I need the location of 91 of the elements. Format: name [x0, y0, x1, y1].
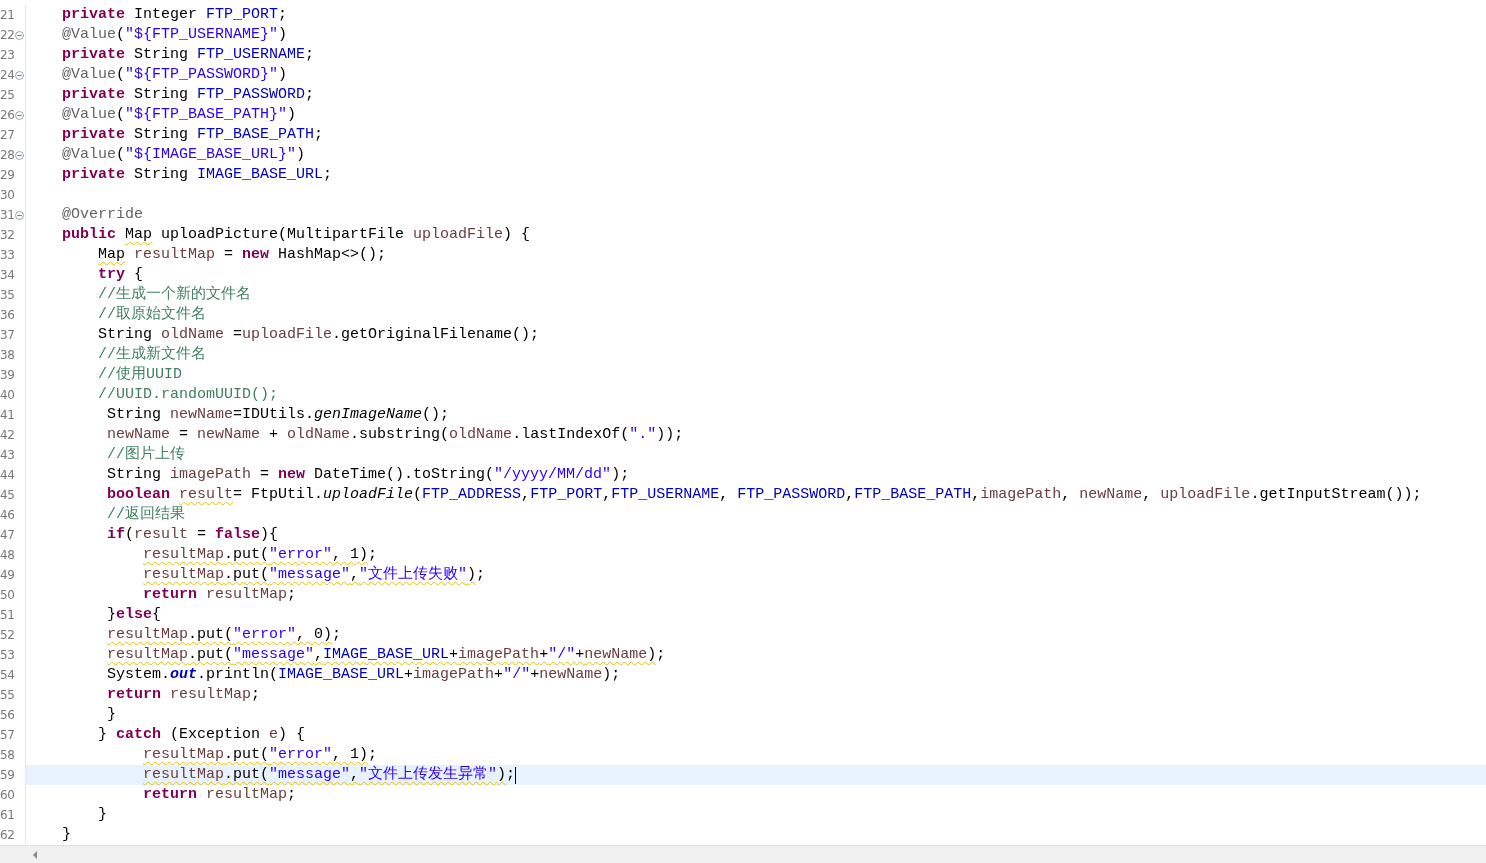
- code-line: return resultMap;: [143, 785, 297, 805]
- code-line: }: [98, 805, 107, 825]
- collapse-icon[interactable]: [14, 210, 24, 220]
- code-line: //使用UUID: [98, 365, 182, 385]
- line-number: 50: [0, 588, 14, 602]
- code-line: //生成一个新的文件名: [98, 285, 251, 305]
- code-line: //图片上传: [107, 445, 185, 465]
- code-line: boolean result= FtpUtil.uploadFile(FTP_ADDRESS,FTP_PORT,FTP_USERNAME, FTP_PASSWORD,FTP_BASE_PATH,imagePath, newName, uploadFile.getInputStream());: [107, 485, 1422, 505]
- code-line: //取原始文件名: [98, 305, 206, 325]
- line-number: 57: [0, 728, 14, 742]
- collapse-icon[interactable]: [14, 70, 24, 80]
- line-number: 41: [0, 408, 14, 422]
- line-number: 62: [0, 828, 14, 842]
- horizontal-scrollbar[interactable]: [0, 845, 1486, 863]
- line-number: 22: [0, 28, 14, 42]
- code-line: String oldName =uploadFile.getOriginalFilename();: [98, 325, 540, 345]
- collapse-icon[interactable]: [14, 110, 24, 120]
- line-number: 24: [0, 68, 14, 82]
- code-line: } catch (Exception e) {: [98, 725, 306, 745]
- scroll-left-icon[interactable]: [32, 851, 38, 859]
- line-number: 38: [0, 348, 14, 362]
- code-line: resultMap.put("message","文件上传发生异常");: [143, 765, 516, 785]
- line-number: 25: [0, 88, 14, 102]
- code-line: private String FTP_PASSWORD;: [62, 85, 315, 105]
- line-number: 35: [0, 288, 14, 302]
- code-line: resultMap.put("message",IMAGE_BASE_URL+imagePath+"/"+newName);: [107, 645, 666, 665]
- line-number: 61: [0, 808, 14, 822]
- text-cursor: [515, 766, 517, 784]
- line-number: 27: [0, 128, 14, 142]
- code-line: Map resultMap = new HashMap<>();: [98, 245, 387, 265]
- code-line: //返回结果: [107, 505, 185, 525]
- line-number: 52: [0, 628, 14, 642]
- line-number: 58: [0, 748, 14, 762]
- collapse-icon[interactable]: [14, 30, 24, 40]
- code-line: resultMap.put("error", 1);: [143, 745, 378, 765]
- line-number: 44: [0, 468, 14, 482]
- line-number: 21: [0, 8, 14, 22]
- code-line: private String IMAGE_BASE_URL;: [62, 165, 333, 185]
- line-number: 23: [0, 48, 14, 62]
- line-number: 30: [0, 188, 14, 202]
- line-number: 47: [0, 528, 14, 542]
- code-line: @Value("${FTP_PASSWORD}"): [62, 65, 288, 85]
- code-line: @Value("${IMAGE_BASE_URL}"): [62, 145, 306, 165]
- code-line: @Override: [62, 205, 143, 225]
- line-number: 37: [0, 328, 14, 342]
- line-number: 55: [0, 688, 14, 702]
- code-line: private String FTP_BASE_PATH;: [62, 125, 324, 145]
- line-number: 31: [0, 208, 14, 222]
- code-line: String imagePath = new DateTime().toString("/yyyy/MM/dd");: [107, 465, 630, 485]
- line-number: 29: [0, 168, 14, 182]
- code-line: @Value("${FTP_BASE_PATH}"): [62, 105, 297, 125]
- line-number: 46: [0, 508, 14, 522]
- line-number: 32: [0, 228, 14, 242]
- code-line: }else{: [107, 605, 162, 625]
- line-number: 45: [0, 488, 14, 502]
- code-line: return resultMap;: [107, 685, 261, 705]
- line-number: 42: [0, 428, 14, 442]
- line-number: 43: [0, 448, 14, 462]
- line-number: 34: [0, 268, 14, 282]
- code-line: String newName=IDUtils.genImageName();: [107, 405, 450, 425]
- code-line: @Value("${FTP_USERNAME}"): [62, 25, 288, 45]
- code-line: if(result = false){: [107, 525, 279, 545]
- line-number: 39: [0, 368, 14, 382]
- line-number: 53: [0, 648, 14, 662]
- code-line: private Integer FTP_PORT;: [62, 5, 288, 25]
- line-number: 59: [0, 768, 14, 782]
- line-number: 54: [0, 668, 14, 682]
- code-line: resultMap.put("message","文件上传失败");: [143, 565, 486, 585]
- code-line: resultMap.put("error", 0);: [107, 625, 342, 645]
- code-line: //UUID.randomUUID();: [98, 385, 279, 405]
- line-number: 26: [0, 108, 14, 122]
- code-line: private String FTP_USERNAME;: [62, 45, 315, 65]
- code-line: //生成新文件名: [98, 345, 206, 365]
- code-line: public Map uploadPicture(MultipartFile uploadFile) {: [62, 225, 531, 245]
- collapse-icon[interactable]: [14, 150, 24, 160]
- line-number: 40: [0, 388, 14, 402]
- line-number: 60: [0, 788, 14, 802]
- code-line: }: [107, 705, 116, 725]
- line-number: 36: [0, 308, 14, 322]
- line-number: 51: [0, 608, 14, 622]
- code-line: return resultMap;: [143, 585, 297, 605]
- line-number: 48: [0, 548, 14, 562]
- code-line: resultMap.put("error", 1);: [143, 545, 378, 565]
- line-number: 56: [0, 708, 14, 722]
- line-number: 33: [0, 248, 14, 262]
- code-line: try {: [98, 265, 144, 285]
- code-line: }: [62, 825, 71, 845]
- code-line: newName = newName + oldName.substring(oldName.lastIndexOf("."));: [107, 425, 684, 445]
- code-line: System.out.println(IMAGE_BASE_URL+imagePath+"/"+newName);: [107, 665, 621, 685]
- line-number: 28: [0, 148, 14, 162]
- line-number: 49: [0, 568, 14, 582]
